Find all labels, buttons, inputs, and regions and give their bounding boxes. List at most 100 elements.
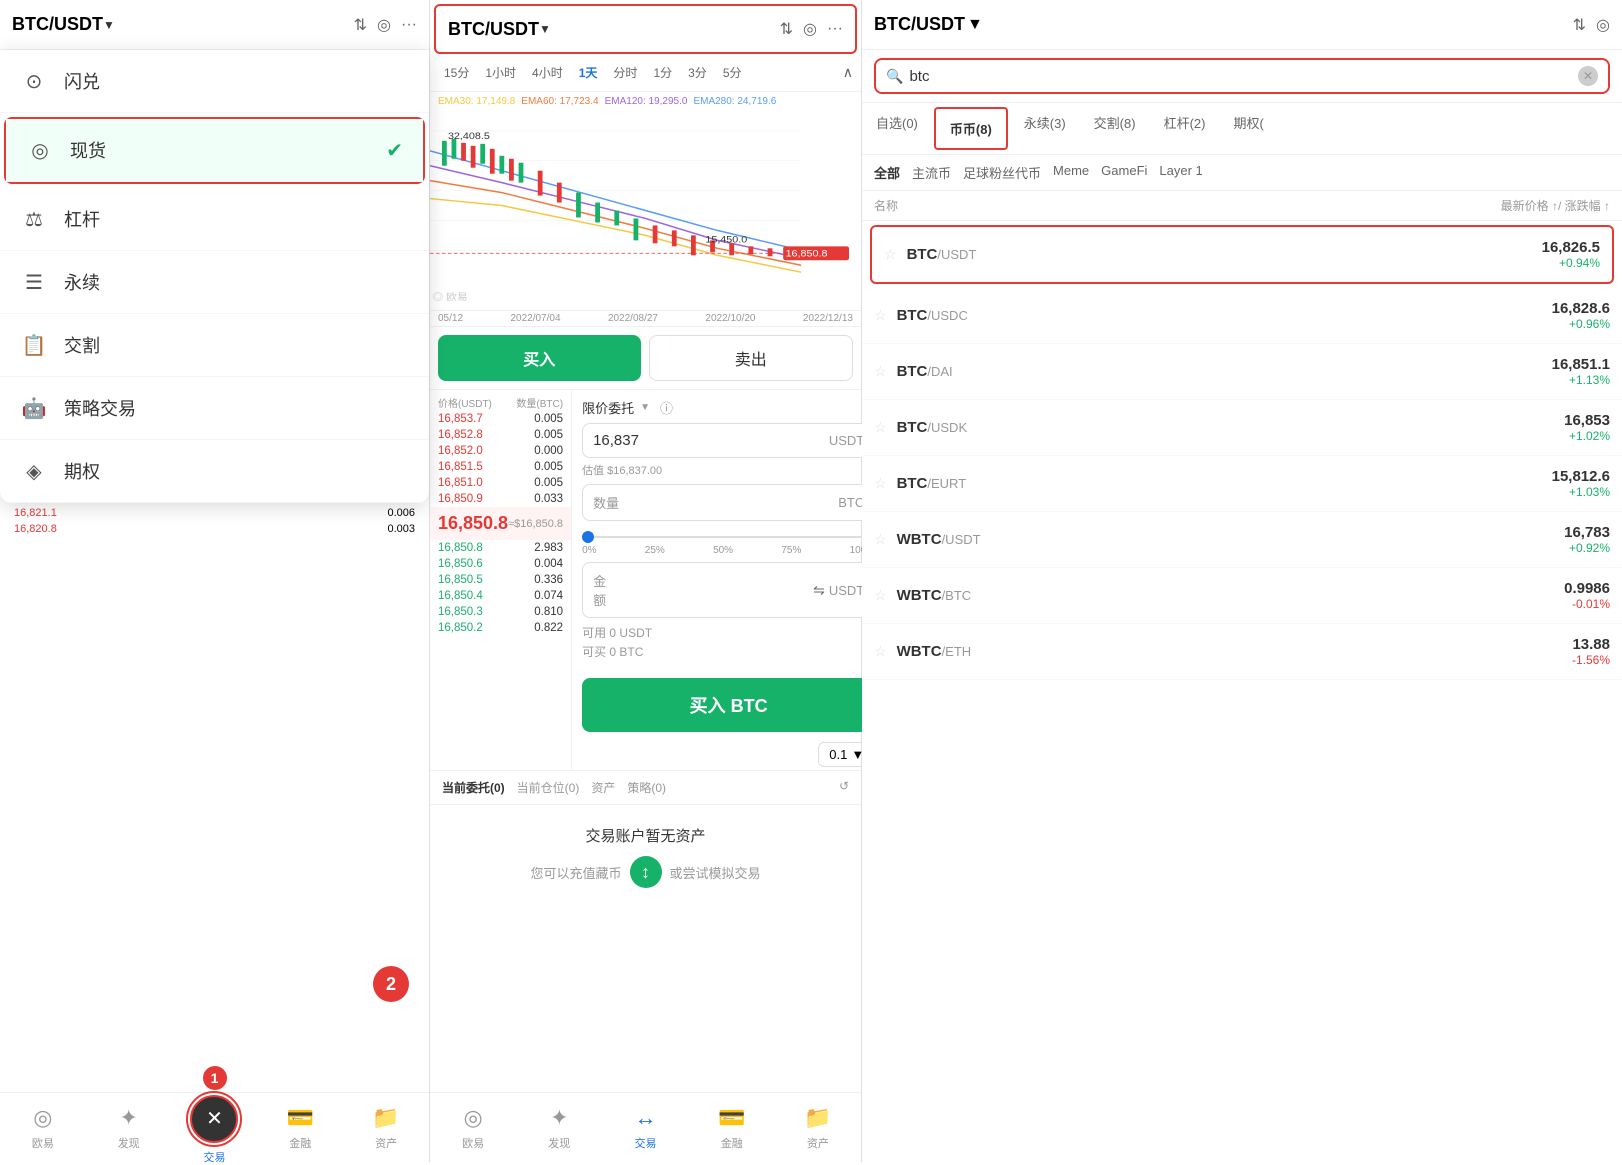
p3-coin-row-1[interactable]: ☆ BTC /USDC 16,828.6 +0.96% <box>862 288 1622 344</box>
p3-star-7[interactable]: ☆ <box>874 643 887 660</box>
p2-tab-15m[interactable]: 15分 <box>438 60 475 85</box>
p3-filter-spot[interactable]: 币币(8) <box>936 109 1006 148</box>
p3-coin-row-4[interactable]: ☆ BTC /EURT 15,812.6 +1.03% <box>862 456 1622 512</box>
p1-dropdown-options[interactable]: ◈ 期权 <box>0 440 429 503</box>
p2-empty-or[interactable]: 或尝试模拟交易 <box>670 863 761 882</box>
p3-coin-row-5[interactable]: ☆ WBTC /USDT 16,783 +0.92% <box>862 512 1622 568</box>
p3-star-2[interactable]: ☆ <box>874 363 887 380</box>
p1-close-btn[interactable]: ✕ <box>190 1095 238 1143</box>
p3-filter-leverage[interactable]: 杠杆(2) <box>1150 103 1220 154</box>
p2-pair-title[interactable]: BTC/USDT <box>448 19 539 40</box>
p3-dropdown-arrow[interactable]: ▼ <box>967 16 983 34</box>
p3-star-3[interactable]: ☆ <box>874 419 887 436</box>
p2-price-input[interactable]: USDT <box>582 423 875 458</box>
p3-filter-options[interactable]: 期权( <box>1219 103 1277 154</box>
p1-nav-assets-label: 资产 <box>375 1135 397 1151</box>
p1-nav-assets[interactable]: 📁 资产 <box>343 1093 429 1162</box>
p2-order-type-label[interactable]: 限价委托 <box>582 398 634 417</box>
panel-right: BTC/USDT ▼ ⇅ ◎ 🔍 ✕ 自选(0) 币币(8) 永续(3) 交割(… <box>862 0 1622 1162</box>
p3-cat-meme[interactable]: Meme <box>1053 163 1089 182</box>
p3-cat-layer1[interactable]: Layer 1 <box>1159 163 1202 182</box>
p3-cat-fan[interactable]: 足球粉丝代币 <box>963 163 1041 182</box>
p3-filter-perpetual[interactable]: 永续(3) <box>1010 103 1080 154</box>
p2-order-info[interactable]: ⓘ <box>660 398 673 417</box>
p3-coin-row-6[interactable]: ☆ WBTC /BTC 0.9986 -0.01% <box>862 568 1622 624</box>
p2-tab-1m[interactable]: 1分 <box>647 60 678 85</box>
p3-search-input[interactable] <box>909 68 1572 85</box>
p2-nav-assets[interactable]: 📁 资产 <box>775 1093 861 1162</box>
p2-icon-target[interactable]: ◎ <box>803 19 817 39</box>
p3-icon1[interactable]: ⇅ <box>1573 15 1586 35</box>
p3-search-clear[interactable]: ✕ <box>1578 66 1598 86</box>
p1-dropdown-leverage[interactable]: ⚖ 杠杆 <box>0 188 429 251</box>
p2-dropdown-arrow[interactable]: ▼ <box>539 22 551 36</box>
p2-ob-s3-qty: 0.000 <box>534 445 563 457</box>
p2-tab-3m[interactable]: 3分 <box>682 60 713 85</box>
p1-dropdown-strategy[interactable]: 🤖 策略交易 <box>0 377 429 440</box>
p2-tab-tick[interactable]: 分时 <box>607 60 643 85</box>
p3-cat-all[interactable]: 全部 <box>874 163 900 182</box>
p3-cat-gamefi[interactable]: GameFi <box>1101 163 1147 182</box>
p2-tab-assets[interactable]: 资产 <box>591 779 615 796</box>
p2-order-type-arrow[interactable]: ▼ <box>640 402 650 413</box>
p1-nav-okx[interactable]: ◎ 欧易 <box>0 1093 86 1162</box>
p2-sell-button[interactable]: 卖出 <box>649 335 854 381</box>
p2-empty-sub[interactable]: 您可以充值藏币 <box>530 863 621 882</box>
p1-dropdown-flash[interactable]: ⊙ 闪兑 <box>0 50 429 113</box>
p1-icon-swap[interactable]: ⇅ <box>354 15 367 35</box>
p1-icon-target[interactable]: ◎ <box>377 15 391 35</box>
p2-nav-finance[interactable]: 💳 金融 <box>689 1093 775 1162</box>
p2-tab-positions[interactable]: 当前仓位(0) <box>517 779 580 796</box>
p3-star-5[interactable]: ☆ <box>874 531 887 548</box>
p2-header-icons: ⇅ ◎ ··· <box>780 19 843 39</box>
p1-icon-more[interactable]: ··· <box>401 16 417 34</box>
p3-star-6[interactable]: ☆ <box>874 587 887 604</box>
p3-header-price: 最新价格 ↑/ 涨跌幅 ↑ <box>1501 197 1610 214</box>
p2-buy-btc-button[interactable]: 买入 BTC <box>582 678 875 732</box>
p2-nav-discover[interactable]: ✦ 发现 <box>516 1093 602 1162</box>
p3-star-1[interactable]: ☆ <box>874 307 887 324</box>
p2-slider-track[interactable] <box>582 531 875 543</box>
p2-tab-5m[interactable]: 5分 <box>717 60 748 85</box>
p1-dropdown-arrow[interactable]: ▼ <box>103 18 115 32</box>
p3-coin-row-0[interactable]: ☆ BTC /USDT 16,826.5 +0.94% <box>870 225 1614 284</box>
p2-slider-row[interactable]: 0%25%50%75%100% <box>582 525 875 562</box>
p2-tab-4h[interactable]: 4小时 <box>526 60 569 85</box>
p2-icon-swap[interactable]: ⇅ <box>780 19 793 39</box>
p2-icon-more[interactable]: ··· <box>827 20 843 38</box>
p3-star-0[interactable]: ☆ <box>884 246 897 263</box>
p2-tab-orders[interactable]: 当前委托(0) <box>442 779 505 796</box>
p3-star-4[interactable]: ☆ <box>874 475 887 492</box>
p1-nav-finance[interactable]: 💳 金融 <box>257 1093 343 1162</box>
p2-tab-1h[interactable]: 1小时 <box>479 60 522 85</box>
p2-tab-1d[interactable]: 1天 <box>573 60 604 85</box>
p1-dropdown-perpetual[interactable]: ☰ 永续 <box>0 251 429 314</box>
p3-search-wrap[interactable]: 🔍 ✕ <box>874 58 1610 94</box>
p1-pair-title[interactable]: BTC/USDT <box>12 14 103 35</box>
p2-amount-field[interactable] <box>614 582 813 599</box>
p3-coin-row-3[interactable]: ☆ BTC /USDK 16,853 +1.02% <box>862 400 1622 456</box>
p2-swap-circle[interactable]: ↕ <box>630 856 662 888</box>
p1-nav-trade[interactable]: ✕ 交易 1 <box>172 1093 258 1162</box>
p2-tab-strategy[interactable]: 策略(0) <box>627 779 666 796</box>
p2-nav-okx[interactable]: ◎ 欧易 <box>430 1093 516 1162</box>
p3-cat-mainstream[interactable]: 主流币 <box>912 163 951 182</box>
p2-qty-input[interactable]: 数量 BTC <box>582 484 875 521</box>
p2-buy-button[interactable]: 买入 <box>438 335 641 381</box>
p2-qty-field[interactable] <box>627 494 838 511</box>
p2-slider-thumb[interactable] <box>582 531 594 543</box>
p3-coin-row-2[interactable]: ☆ BTC /DAI 16,851.1 +1.13% <box>862 344 1622 400</box>
p1-dropdown-spot[interactable]: ◎ 现货 ✔ <box>6 119 423 182</box>
p3-filter-delivery[interactable]: 交割(8) <box>1080 103 1150 154</box>
p2-amount-input[interactable]: 金额 ⇋ USDT <box>582 562 875 618</box>
p2-tab-more[interactable]: ∧ <box>843 64 853 81</box>
p3-coin-row-7[interactable]: ☆ WBTC /ETH 13.88 -1.56% <box>862 624 1622 680</box>
p3-filter-favorites[interactable]: 自选(0) <box>862 103 932 154</box>
p2-tab-refresh-icon[interactable]: ↺ <box>839 779 849 796</box>
p3-icon2[interactable]: ◎ <box>1596 15 1610 35</box>
p2-price-field[interactable] <box>593 432 829 449</box>
p1-nav-discover[interactable]: ✦ 发现 <box>86 1093 172 1162</box>
p2-transfer-icon[interactable]: ⇋ <box>813 582 825 599</box>
p1-dropdown-delivery[interactable]: 📋 交割 <box>0 314 429 377</box>
p2-nav-trade[interactable]: ↔ 交易 <box>602 1093 688 1162</box>
